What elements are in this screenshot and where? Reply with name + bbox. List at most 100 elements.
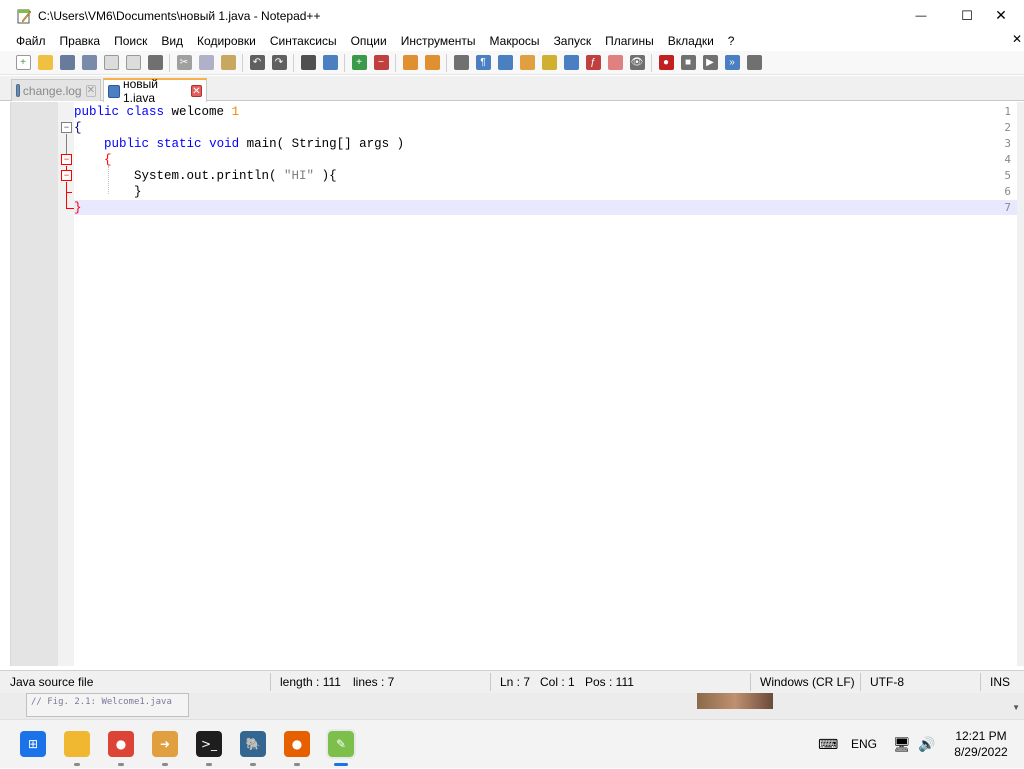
replace-button[interactable] xyxy=(319,53,341,73)
status-lines: lines : 7 xyxy=(353,675,395,689)
open-file-icon xyxy=(37,55,53,70)
network-icon[interactable]: 🖥 xyxy=(893,720,911,769)
keyboard-icon[interactable]: ⌨ xyxy=(818,720,838,769)
redo-button[interactable]: ↷ xyxy=(268,53,290,73)
code-line[interactable]: } xyxy=(74,200,82,216)
chrome-icon[interactable]: ● xyxy=(108,731,134,757)
function-list-icon: ƒ xyxy=(585,55,601,70)
fold-collapse-icon[interactable]: − xyxy=(61,170,72,181)
status-encoding[interactable]: UTF-8 xyxy=(860,671,904,693)
redo-icon: ↷ xyxy=(271,55,287,70)
function-list-button[interactable]: ƒ xyxy=(582,53,604,73)
notepadpp-taskbar-icon[interactable]: ✎ xyxy=(326,729,356,759)
fold-end-marker xyxy=(66,208,74,209)
zoom-in-button[interactable]: + xyxy=(348,53,370,73)
menu-help[interactable]: ? xyxy=(721,34,742,48)
fold-collapse-icon[interactable]: − xyxy=(61,154,72,165)
menu-encoding[interactable]: Кодировки xyxy=(190,34,263,48)
indent-guide-button[interactable] xyxy=(494,53,516,73)
save-button[interactable] xyxy=(56,53,78,73)
close-document-icon[interactable]: ✕ xyxy=(1012,32,1022,46)
command-prompt-icon[interactable]: >_ xyxy=(196,731,222,757)
monitoring-button[interactable]: 👁 xyxy=(626,53,648,73)
toolbar-separator xyxy=(169,53,170,72)
stop-macro-button[interactable]: ■ xyxy=(677,53,699,73)
menu-view[interactable]: Вид xyxy=(154,34,190,48)
code-line[interactable]: public static void main( String[] args ) xyxy=(74,136,404,152)
menu-macro[interactable]: Макросы xyxy=(483,34,547,48)
zoom-in-icon: + xyxy=(351,55,367,70)
open-file-button[interactable] xyxy=(34,53,56,73)
postgresql-icon[interactable]: 🐘 xyxy=(240,731,266,757)
cut-icon: ✂ xyxy=(176,55,192,70)
line-number: 3 xyxy=(1004,137,1011,150)
zoom-out-button[interactable]: − xyxy=(370,53,392,73)
file-explorer-icon[interactable] xyxy=(64,731,90,757)
doc-list-icon xyxy=(563,55,579,70)
menu-plugins[interactable]: Плагины xyxy=(598,34,661,48)
menu-language[interactable]: Синтаксисы xyxy=(263,34,344,48)
code-editor[interactable]: − − − 1 2 3 4 5 6 7 public class welcome 1{ pub… xyxy=(10,102,1018,666)
code-line[interactable]: } xyxy=(74,184,142,200)
tab-close-icon[interactable]: ✕ xyxy=(85,84,96,97)
code-snippet: // Fig. 2.1: Welcome1.java xyxy=(26,693,189,717)
show-all-chars-button[interactable]: ¶ xyxy=(472,53,494,73)
print-button[interactable] xyxy=(144,53,166,73)
record-macro-button[interactable]: ● xyxy=(655,53,677,73)
code-line[interactable]: public class welcome 1 xyxy=(74,104,239,120)
taskbar: ⊞ ● ➜ >_ 🐘 ● ✎ ⌨ ENG 🖥 🔊 12:21 PM 8/29/2022 xyxy=(0,719,1024,768)
menu-window[interactable]: Вкладки xyxy=(661,34,721,48)
minimize-button[interactable]: — xyxy=(898,0,944,31)
udl-button[interactable] xyxy=(516,53,538,73)
doc-list-button[interactable] xyxy=(560,53,582,73)
code-line[interactable]: { xyxy=(74,120,82,136)
cut-button[interactable]: ✂ xyxy=(173,53,195,73)
menu-file[interactable]: Файл xyxy=(9,34,53,48)
status-insert-mode[interactable]: INS xyxy=(980,671,1010,693)
tab-bar: change.log ✕ новый 1.java ✕ xyxy=(0,76,1024,105)
close-button[interactable]: ✕ xyxy=(978,0,1024,31)
windows-start-icon[interactable]: ⊞ xyxy=(20,731,46,757)
menu-search[interactable]: Поиск xyxy=(107,34,154,48)
save-macro-button[interactable] xyxy=(743,53,765,73)
volume-icon[interactable]: 🔊 xyxy=(918,720,935,769)
language-indicator[interactable]: ENG xyxy=(851,720,877,769)
new-file-button[interactable]: + xyxy=(12,53,34,73)
code-token: ){ xyxy=(314,169,337,183)
play-macro-button[interactable]: ▶ xyxy=(699,53,721,73)
status-eol[interactable]: Windows (CR LF) xyxy=(750,671,855,693)
fold-collapse-icon[interactable]: − xyxy=(61,122,72,133)
firefox-icon[interactable]: ● xyxy=(284,731,310,757)
code-token: { xyxy=(104,153,112,167)
tab-new-1-java[interactable]: новый 1.java ✕ xyxy=(103,77,207,105)
scroll-down-icon[interactable]: ▼ xyxy=(1012,703,1020,712)
tab-change-log[interactable]: change.log ✕ xyxy=(11,79,101,101)
undo-button[interactable]: ↶ xyxy=(246,53,268,73)
run-macro-multiple-button[interactable]: » xyxy=(721,53,743,73)
save-all-button[interactable] xyxy=(78,53,100,73)
copy-button[interactable] xyxy=(195,53,217,73)
sync-horizontal-button[interactable] xyxy=(421,53,443,73)
sync-vertical-button[interactable] xyxy=(399,53,421,73)
word-wrap-button[interactable] xyxy=(450,53,472,73)
code-line[interactable]: { xyxy=(74,152,112,168)
menu-edit[interactable]: Правка xyxy=(53,34,108,48)
status-length: length : 111 xyxy=(280,675,341,689)
menu-run[interactable]: Запуск xyxy=(547,34,599,48)
folder-workspace-button[interactable] xyxy=(604,53,626,73)
doc-map-button[interactable] xyxy=(538,53,560,73)
clock-date: 8/29/2022 xyxy=(954,745,1008,759)
code-line[interactable]: System.out.println( "HI" ){ xyxy=(74,168,337,184)
vertical-scrollbar[interactable] xyxy=(1017,102,1024,666)
close-all-button[interactable] xyxy=(122,53,144,73)
close-file-button[interactable] xyxy=(100,53,122,73)
menu-settings[interactable]: Опции xyxy=(344,34,394,48)
menu-tools[interactable]: Инструменты xyxy=(394,34,483,48)
find-button[interactable] xyxy=(297,53,319,73)
clock[interactable]: 12:21 PM 8/29/2022 xyxy=(948,728,1014,760)
background-window[interactable]: // Fig. 2.1: Welcome1.java ▼ xyxy=(0,693,1024,719)
tab-close-icon[interactable]: ✕ xyxy=(190,85,202,97)
paste-button[interactable] xyxy=(217,53,239,73)
move-app-icon[interactable]: ➜ xyxy=(152,731,178,757)
